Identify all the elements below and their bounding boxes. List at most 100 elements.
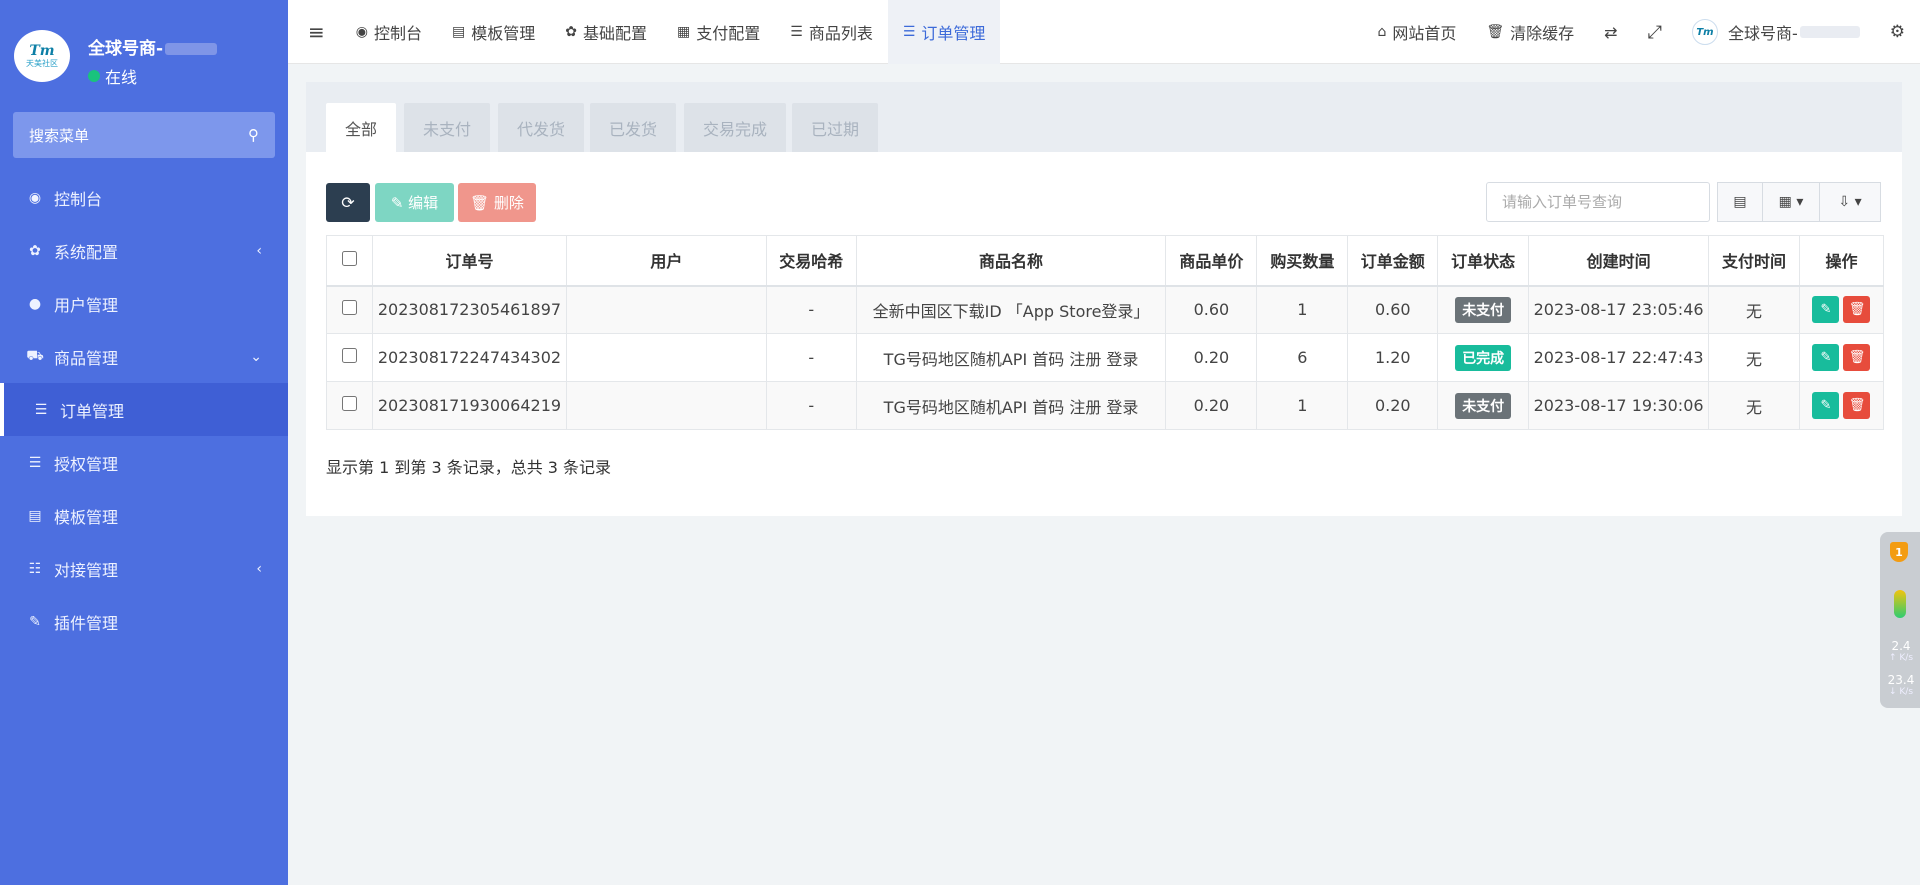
order-price: 0.20 (1165, 381, 1258, 430)
delete-button[interactable]: 🗑 删除 (458, 183, 536, 222)
columns-toggle-icon[interactable]: ▦ ▾ (1762, 182, 1820, 222)
user-menu[interactable]: Tm 全球号商- (1677, 0, 1875, 64)
order-paid: 无 (1708, 381, 1800, 430)
edit-row-icon[interactable]: ✎ (1812, 392, 1840, 419)
table-row: 202308172247434302 - TG号码地区随机API 首码 注册 登… (326, 333, 1885, 382)
col-created-time[interactable]: 创建时间 (1528, 235, 1710, 286)
sidebar-item-auth[interactable]: ☰ 授权管理 (0, 436, 288, 489)
top-navbar: ≡ ◉ 控制台 ▤ 模板管理 ✿ 基础配置 ▦ 支付配置 ☰ 商品列表 ☰ 订单管理 ⌂ 网站… (288, 0, 1920, 64)
col-paid-time[interactable]: 支付时间 (1708, 235, 1800, 286)
order-status-cell: 未支付 (1437, 285, 1530, 334)
sidebar-item-label: 订单管理 (60, 401, 125, 421)
sidebar-item-dashboard[interactable]: ◉ 控制台 (0, 171, 288, 224)
list-icon: ☰ (28, 454, 42, 471)
search-icon[interactable]: ⚲ (248, 126, 259, 144)
export-icon[interactable]: ⇩ ▾ (1819, 182, 1881, 222)
brand-name-text: 全球号商- (88, 39, 164, 59)
sidebar-item-products[interactable]: ⛟ 商品管理 ⌄ (0, 330, 288, 383)
tab-completed[interactable]: 交易完成 (684, 103, 786, 152)
card-view-icon[interactable]: ▤ (1717, 182, 1763, 222)
order-amount: 0.60 (1347, 285, 1439, 334)
edit-row-icon[interactable]: ✎ (1812, 296, 1840, 324)
row-checkbox[interactable] (341, 300, 357, 316)
sidebar-item-users[interactable]: ● 用户管理 (0, 277, 288, 330)
gear-icon: ✿ (29, 242, 41, 259)
order-no: 202308172247434302 (371, 333, 567, 382)
tab-expired[interactable]: 已过期 (792, 103, 878, 152)
col-order-no[interactable]: 订单号 (371, 235, 567, 286)
top-tab-orders[interactable]: ☰ 订单管理 (887, 0, 1001, 64)
row-checkbox[interactable] (341, 348, 357, 363)
template-icon: ▤ (28, 507, 42, 524)
memory-bar-icon (1894, 590, 1906, 618)
plug-icon: ✎ (29, 613, 41, 630)
top-tab-templates[interactable]: ▤ 模板管理 (437, 0, 550, 64)
edit-button[interactable]: ✎ 编辑 (375, 183, 454, 222)
sidebar-item-plugins[interactable]: ✎ 插件管理 (0, 595, 288, 648)
order-actions: ✎ 🗑 (1798, 333, 1885, 382)
col-quantity[interactable]: 购买数量 (1256, 235, 1349, 286)
delete-row-icon[interactable]: 🗑 (1843, 392, 1871, 419)
top-tab-basic-config[interactable]: ✿ 基础配置 (550, 0, 662, 64)
sidebar-item-label: 插件管理 (54, 613, 119, 633)
brand-logo[interactable]: Tm 天美社区 (14, 30, 70, 82)
row-select-cell (326, 381, 373, 430)
top-right-actions: ⌂ 网站首页 🗑 清除缓存 ⇄ ⤢ Tm 全球号商- ⚙ (1362, 0, 1920, 64)
menu-toggle-icon[interactable]: ≡ (288, 0, 341, 64)
tab-pending-shipment[interactable]: 代发货 (498, 103, 584, 152)
col-status[interactable]: 订单状态 (1437, 235, 1530, 286)
col-product-name[interactable]: 商品名称 (855, 235, 1167, 286)
sidebar-item-system-config[interactable]: ✿ 系统配置 ‹ (0, 224, 288, 277)
chevron-left-icon: ‹ (256, 242, 262, 259)
menu-search-input[interactable]: 搜索菜单 ⚲ (13, 112, 275, 158)
network-speed-widget[interactable]: 1 2.4 ↑ K/s 23.4 ↓ K/s (1880, 532, 1920, 708)
brand-name: 全球号商- (88, 34, 218, 59)
tab-shipped[interactable]: 已发货 (590, 103, 676, 152)
select-all-checkbox[interactable] (341, 250, 357, 266)
dashboard-icon: ◉ (28, 189, 42, 206)
row-select-cell (326, 333, 373, 382)
brand-logo-subtext: 天美社区 (26, 59, 58, 68)
sidebar-item-integration[interactable]: ☷ 对接管理 ‹ (0, 542, 288, 595)
pagination-summary: 显示第 1 到第 3 条记录，总共 3 条记录 (326, 458, 612, 477)
user-name: 全球号商- (1727, 24, 1798, 43)
col-amount[interactable]: 订单金额 (1347, 235, 1439, 286)
edit-row-icon[interactable]: ✎ (1812, 344, 1840, 371)
tab-unpaid[interactable]: 未支付 (404, 103, 490, 152)
top-tab-dashboard[interactable]: ◉ 控制台 (341, 0, 437, 64)
col-tx-hash[interactable]: 交易哈希 (765, 235, 857, 286)
menu-search-placeholder: 搜索菜单 (29, 126, 90, 145)
tab-all[interactable]: 全部 (326, 103, 396, 152)
sidebar-item-templates[interactable]: ▤ 模板管理 (0, 489, 288, 542)
orders-panel: 全部 未支付 代发货 已发货 交易完成 已过期 ⟳ ✎ 编辑 🗑 删除 ▤ ▦ … (306, 82, 1902, 516)
chevron-down-icon: ⌄ (250, 348, 262, 365)
fullscreen-icon[interactable]: ⤢ (1633, 0, 1677, 64)
row-checkbox[interactable] (341, 396, 357, 411)
refresh-button[interactable]: ⟳ (326, 183, 370, 222)
upload-speed-value: 2.4 (1891, 639, 1911, 653)
order-paid: 无 (1708, 333, 1800, 382)
home-link[interactable]: ⌂ 网站首页 (1362, 0, 1471, 64)
row-select-cell (326, 285, 373, 334)
translate-icon[interactable]: ⇄ (1589, 0, 1632, 64)
order-hash: - (765, 381, 857, 430)
chevron-left-icon: ‹ (256, 560, 262, 577)
download-speed-value: 23.4 (1887, 673, 1915, 687)
top-tab-payment-config[interactable]: ▦ 支付配置 (662, 0, 775, 64)
col-unit-price[interactable]: 商品单价 (1165, 235, 1258, 286)
order-qty: 6 (1256, 333, 1349, 382)
online-status: 在线 (88, 64, 137, 88)
settings-gear-icon[interactable]: ⚙ (1875, 0, 1920, 64)
delete-row-icon[interactable]: 🗑 (1843, 344, 1871, 371)
sidebar-item-orders[interactable]: ☰ 订单管理 (0, 383, 288, 436)
sidebar-menu: ◉ 控制台 ✿ 系统配置 ‹ ● 用户管理 ⛟ 商品管理 ⌄ ☰ 订单管理 ☰ 授权管理 ▤ 模板… (0, 171, 288, 648)
clear-cache-button[interactable]: 🗑 清除缓存 (1471, 0, 1589, 64)
top-tab-product-list[interactable]: ☰ 商品列表 (775, 0, 888, 64)
order-search-input[interactable] (1486, 182, 1710, 222)
list-icon: ☰ (790, 23, 803, 40)
table-row: 202308172305461897 - 全新中国区下载ID 「App Stor… (326, 285, 1885, 334)
sidebar-item-label: 系统配置 (54, 242, 119, 262)
gear-icon: ✿ (565, 23, 577, 40)
delete-row-icon[interactable]: 🗑 (1843, 296, 1871, 324)
col-user[interactable]: 用户 (565, 235, 767, 286)
